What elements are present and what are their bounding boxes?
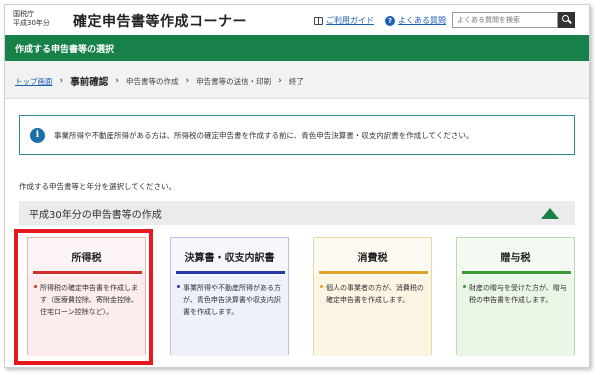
question-circle-icon: ? — [385, 15, 395, 26]
breadcrumb: トップ画面 › 事前確認 › 申告書等の作成 › 申告書等の送信・印刷 › 終了 — [5, 61, 589, 99]
card-description: 財産の贈与を受けた方が、贈与税の申告書を作成します。 — [469, 284, 567, 304]
agency-label: 国税庁 平成30年分 — [13, 10, 50, 28]
breadcrumb-step: 終了 — [288, 76, 304, 86]
card-label: 決算書・収支内訳書 — [184, 253, 275, 264]
faq-link[interactable]: ? よくある質問 — [385, 15, 446, 26]
faq-link-label: よくある質問 — [398, 16, 446, 25]
site-header: 国税庁 平成30年分 確定申告書等作成コーナー ご利用ガイド ? よくある質問 — [5, 5, 589, 35]
guide-link-label: ご利用ガイド — [326, 16, 374, 25]
section-header[interactable]: 平成30年分の申告書等の作成 — [19, 201, 575, 225]
card-label: 消費税 — [357, 253, 388, 264]
app-window: 国税庁 平成30年分 確定申告書等作成コーナー ご利用ガイド ? よくある質問 … — [4, 4, 590, 368]
page-title-bar: 作成する申告書等の選択 — [5, 35, 589, 61]
card-gift-tax[interactable]: 贈与税 財産の贈与を受けた方が、贈与税の申告書を作成します。 — [456, 237, 575, 356]
card-consumption-tax[interactable]: 消費税 個人の事業者の方が、消費税の確定申告書を作成します。 — [313, 237, 432, 356]
highlight-annotation-box — [14, 229, 153, 365]
section-title: 平成30年分の申告書等の作成 — [29, 210, 162, 221]
instruction-text: 作成する申告書等と年分を選択してください。 — [19, 182, 177, 191]
breadcrumb-current-step: 事前確認 — [70, 77, 109, 88]
card-description: 個人の事業者の方が、消費税の確定申告書を作成します。 — [326, 284, 424, 304]
breadcrumb-step: 申告書等の送信・印刷 — [196, 76, 272, 86]
card-accent-bar — [319, 271, 428, 274]
breadcrumb-step: 申告書等の作成 — [125, 76, 179, 86]
site-title[interactable]: 確定申告書等作成コーナー — [73, 11, 247, 31]
chevron-right-icon: › — [115, 76, 119, 86]
card-financial-statement[interactable]: 決算書・収支内訳書 事業所得や不動産所得がある方が、青色申告決算書や収支内訳書を… — [170, 237, 289, 356]
bullet-icon — [177, 285, 180, 288]
book-icon — [314, 16, 323, 25]
guide-link[interactable]: ご利用ガイド — [314, 15, 374, 26]
search-button[interactable] — [558, 12, 575, 28]
faq-search-input[interactable] — [452, 12, 558, 28]
info-icon: i — [30, 128, 45, 143]
bullet-icon — [320, 285, 323, 288]
card-description: 事業所得や不動産所得がある方が、青色申告決算書や収支内訳書を作成します。 — [183, 284, 281, 316]
chevron-right-icon: › — [185, 76, 190, 86]
chevron-right-icon: › — [278, 76, 282, 86]
breadcrumb-top-link[interactable]: トップ画面 — [15, 76, 53, 87]
collapse-triangle-icon[interactable] — [541, 208, 559, 219]
card-accent-bar — [176, 271, 285, 274]
chevron-right-icon: › — [59, 76, 64, 86]
bullet-icon — [463, 285, 466, 288]
card-accent-bar — [462, 271, 571, 274]
card-label: 贈与税 — [500, 253, 531, 264]
agency-name: 国税庁 — [13, 10, 34, 18]
info-notice-text: 事業所得や不動産所得がある方は、所得税の確定申告書を作成する前に、青色申告決算書… — [54, 131, 474, 140]
page-title: 作成する申告書等の選択 — [15, 45, 115, 55]
agency-year: 平成30年分 — [13, 19, 50, 27]
info-notice: i 事業所得や不動産所得がある方は、所得税の確定申告書を作成する前に、青色申告決… — [19, 115, 575, 155]
